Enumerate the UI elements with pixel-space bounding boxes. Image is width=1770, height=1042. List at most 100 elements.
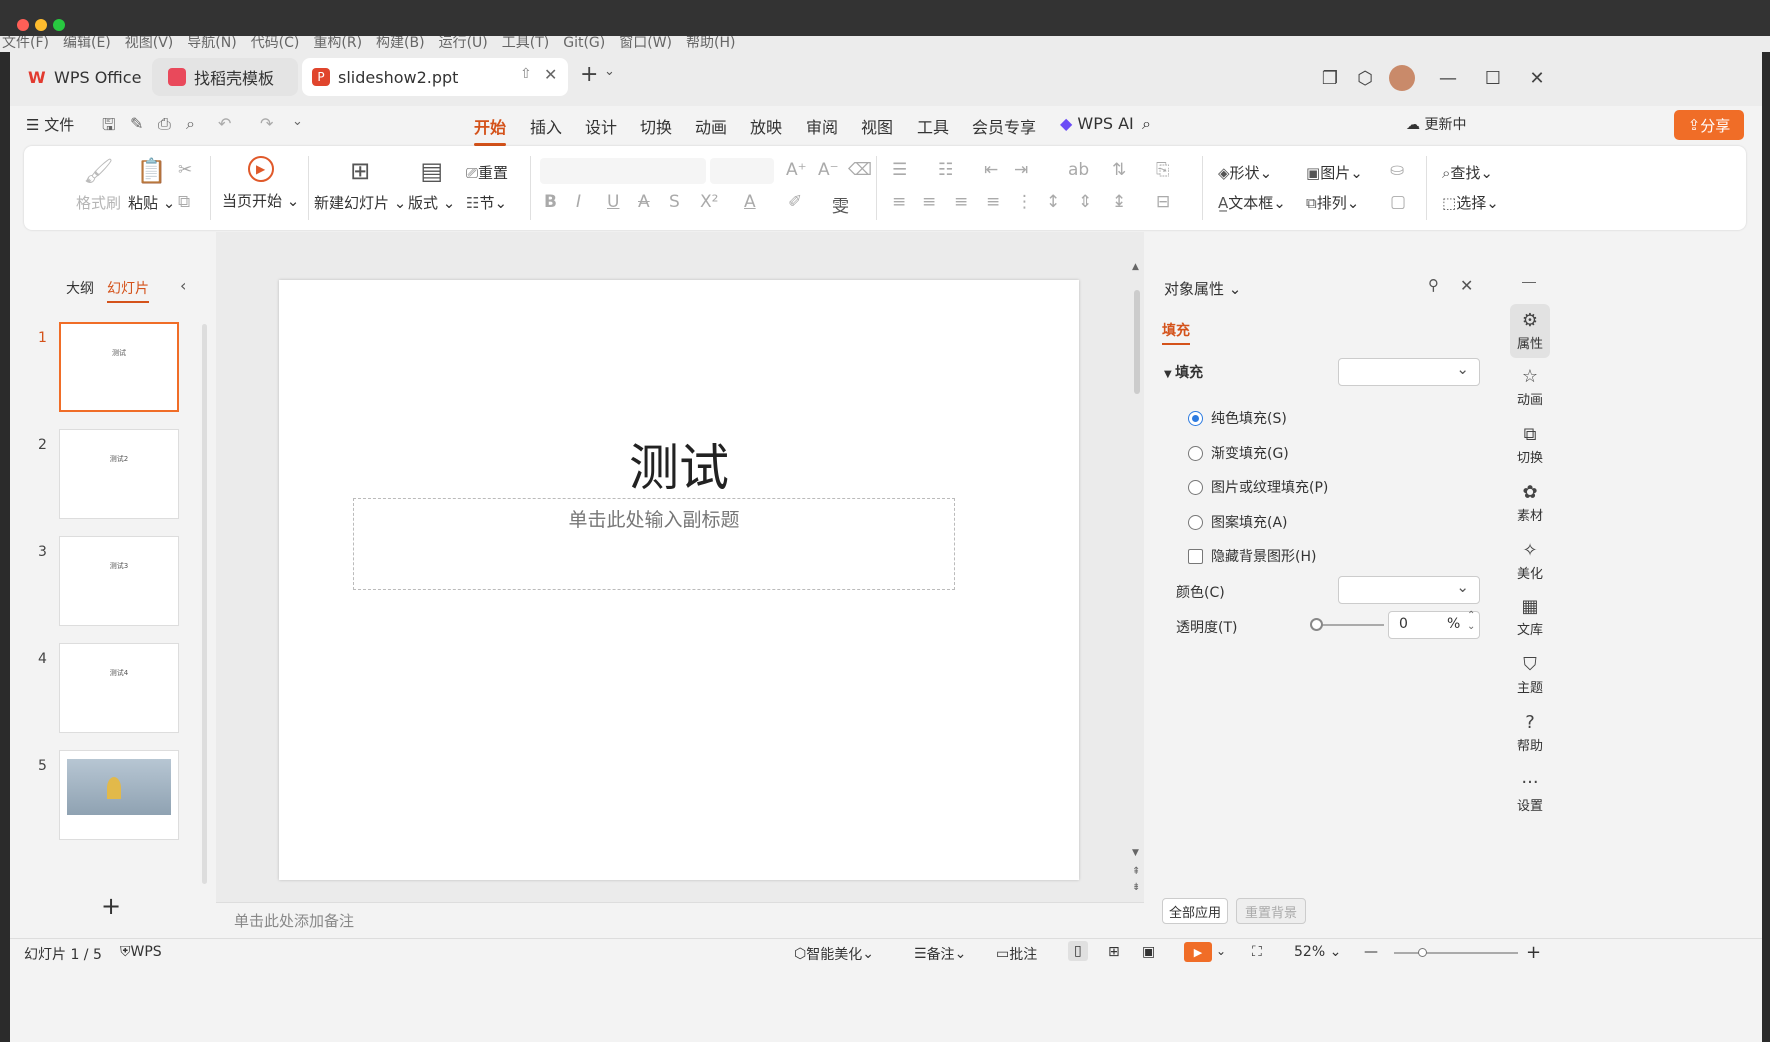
play-from-current-button[interactable]: ▶ 当页开始 ⌄ bbox=[222, 156, 299, 211]
close-window-button[interactable] bbox=[17, 19, 29, 31]
bullet-list-icon[interactable]: ☰ bbox=[892, 160, 907, 180]
superscript-icon[interactable]: X² bbox=[700, 192, 718, 212]
find-button[interactable]: ⌕ 查找 ⌄ bbox=[1442, 162, 1493, 183]
reset-background-button[interactable]: 重置背景 bbox=[1236, 898, 1306, 924]
notes-field[interactable]: 单击此处添加备注 bbox=[216, 902, 1144, 940]
shadow-icon[interactable]: S bbox=[669, 192, 680, 212]
menu-slideshow[interactable]: 放映 bbox=[750, 114, 782, 138]
fill-bucket-icon[interactable]: ⛀ bbox=[1390, 160, 1404, 180]
wps-ai-button[interactable]: ◆ WPS AI bbox=[1060, 114, 1134, 133]
align-center-icon[interactable]: ≡ bbox=[922, 192, 936, 212]
cube-icon[interactable]: ⬡ bbox=[1351, 64, 1379, 92]
picture-fill-radio[interactable]: 图片或纹理填充(P) bbox=[1188, 477, 1328, 497]
menu-review[interactable]: 审阅 bbox=[806, 114, 838, 138]
section-button[interactable]: ☷ 节 ⌄ bbox=[466, 192, 507, 213]
align-text-icon[interactable]: ⊟ bbox=[1156, 192, 1170, 212]
window-layout-icon[interactable]: ❐ bbox=[1316, 64, 1344, 92]
tab-fill[interactable]: 填充 bbox=[1162, 320, 1190, 345]
side-library-button[interactable]: ▦ 文库 bbox=[1504, 596, 1556, 638]
slide-title[interactable]: 测试 bbox=[279, 428, 1079, 500]
panel-title[interactable]: 对象属性 ⌄ bbox=[1164, 278, 1241, 299]
notes-toggle-button[interactable]: ☰ 备注 ⌄ bbox=[914, 944, 966, 964]
reset-button[interactable]: ⎚ 重置 bbox=[466, 162, 508, 183]
search-icon[interactable]: ⌕ bbox=[1142, 114, 1151, 134]
menu-tools[interactable]: 工具 bbox=[917, 114, 949, 138]
minimize-icon[interactable]: — bbox=[1434, 64, 1462, 92]
italic-icon[interactable]: I bbox=[576, 192, 581, 212]
select-button[interactable]: ⬚ 选择 ⌄ bbox=[1442, 192, 1499, 213]
tab-slides[interactable]: 幻灯片 bbox=[107, 278, 149, 303]
collapse-bar-icon[interactable] bbox=[1522, 282, 1536, 283]
collapse-panel-icon[interactable]: ‹ bbox=[180, 276, 186, 295]
wps-status-button[interactable]: ⛨ WPS bbox=[120, 944, 162, 960]
slide-thumbnail-4[interactable]: 测试4 bbox=[59, 643, 179, 733]
menu-insert[interactable]: 插入 bbox=[530, 114, 562, 138]
side-settings-button[interactable]: ··· 设置 bbox=[1504, 772, 1556, 814]
zoom-window-button[interactable] bbox=[53, 19, 65, 31]
outline-icon[interactable]: ▢ bbox=[1390, 192, 1406, 212]
new-tab-plus-icon[interactable]: + bbox=[580, 62, 598, 87]
side-animation-button[interactable]: ☆ 动画 bbox=[1504, 366, 1556, 408]
transparency-slider-track[interactable] bbox=[1314, 624, 1384, 626]
textbox-button[interactable]: A̲ 文本框 ⌄ bbox=[1218, 192, 1286, 213]
scroll-down-icon[interactable]: ▼ bbox=[1132, 848, 1139, 858]
text-direction-icon[interactable]: ab bbox=[1068, 160, 1089, 180]
shape-button[interactable]: ◈ 形状 ⌄ bbox=[1218, 162, 1272, 183]
thumbnails-scrollbar[interactable] bbox=[202, 324, 207, 884]
side-properties-button[interactable]: ⚙ 属性 bbox=[1510, 304, 1550, 358]
tab-template[interactable]: 找稻壳模板 bbox=[152, 58, 298, 96]
color-dropdown[interactable] bbox=[1338, 576, 1480, 604]
font-size-select[interactable] bbox=[710, 158, 774, 184]
transparency-input[interactable]: 0 % ⌃ ⌄ bbox=[1388, 610, 1480, 639]
slide-thumbnail-3[interactable]: 测试3 bbox=[59, 536, 179, 626]
decrease-font-icon[interactable]: A⁻ bbox=[818, 160, 839, 180]
clear-format-icon[interactable]: ⌫ bbox=[848, 160, 872, 180]
editor-scrollbar[interactable] bbox=[1134, 290, 1140, 394]
new-slide-button[interactable]: ⊞ 新建幻灯片 ⌄ bbox=[314, 156, 406, 213]
increase-font-icon[interactable]: A⁺ bbox=[786, 160, 807, 180]
picture-button[interactable]: ▣ 图片 ⌄ bbox=[1306, 162, 1363, 183]
paragraph-spacing-icon[interactable]: ⇕ bbox=[1078, 192, 1092, 212]
fill-section-header[interactable]: ▼ 填充 bbox=[1164, 362, 1203, 382]
save-icon[interactable]: 🖫 bbox=[102, 114, 116, 141]
outdent-icon[interactable]: ⇤ bbox=[984, 160, 998, 180]
format-painter-button[interactable]: 🖌 格式刷 bbox=[76, 156, 121, 213]
zoom-in-icon[interactable]: + bbox=[1526, 942, 1541, 963]
layout-button[interactable]: ▤ 版式 ⌄ bbox=[408, 156, 455, 213]
highlight-icon[interactable]: ✐ bbox=[788, 192, 802, 212]
transparency-slider-thumb[interactable] bbox=[1310, 618, 1323, 631]
justify-icon[interactable]: ≡ bbox=[986, 192, 1000, 212]
minimize-window-button[interactable] bbox=[35, 19, 47, 31]
underline-icon[interactable]: U bbox=[607, 192, 619, 212]
menu-member[interactable]: 会员专享 bbox=[972, 114, 1036, 138]
slide-canvas[interactable]: 测试 单击此处输入副标题 bbox=[279, 280, 1079, 880]
align-left-icon[interactable]: ≡ bbox=[892, 192, 906, 212]
update-status[interactable]: ☁ 更新中 bbox=[1406, 114, 1466, 134]
hamburger-file-menu[interactable]: ☰ 文件 bbox=[26, 114, 74, 135]
gradient-fill-radio[interactable]: 渐变填充(G) bbox=[1188, 443, 1289, 463]
fill-type-dropdown[interactable] bbox=[1338, 358, 1480, 386]
tab-list-chevron-icon[interactable]: ⌄ bbox=[604, 64, 615, 79]
share-button[interactable]: ⇪ 分享 bbox=[1674, 110, 1744, 140]
undo-icon[interactable]: ↶ bbox=[218, 114, 231, 133]
spinner-arrows-icon[interactable]: ⌃ ⌄ bbox=[1467, 610, 1475, 632]
close-tab-icon[interactable]: ✕ bbox=[544, 65, 557, 84]
tab-wps-office[interactable]: W WPS Office bbox=[14, 58, 146, 96]
zoom-out-icon[interactable]: — bbox=[1364, 944, 1378, 960]
subtitle-placeholder[interactable]: 单击此处输入副标题 bbox=[353, 498, 955, 590]
print-icon[interactable]: ⎙ bbox=[158, 114, 171, 134]
bold-icon[interactable]: B bbox=[544, 192, 557, 212]
close-panel-icon[interactable]: ✕ bbox=[1460, 276, 1473, 295]
quick-access-chevron-icon[interactable]: ⌄ bbox=[292, 114, 303, 129]
tab-slideshow2[interactable]: P slideshow2.ppt ⇧ ✕ bbox=[302, 58, 568, 96]
comments-button[interactable]: ▭ 批注 bbox=[996, 944, 1037, 964]
tab-outline[interactable]: 大纲 bbox=[66, 278, 94, 298]
add-slide-plus-icon[interactable]: + bbox=[101, 892, 121, 920]
brush-icon[interactable]: ✎ bbox=[130, 114, 143, 133]
copy-icon[interactable]: ⧉ bbox=[178, 192, 190, 212]
distribute-icon[interactable]: ⋮ bbox=[1016, 192, 1033, 212]
menu-transitions[interactable]: 切换 bbox=[640, 114, 672, 138]
menu-home[interactable]: 开始 bbox=[474, 114, 507, 146]
play-options-chevron-icon[interactable]: ⌄ bbox=[1216, 944, 1226, 958]
avatar[interactable] bbox=[1388, 64, 1416, 92]
